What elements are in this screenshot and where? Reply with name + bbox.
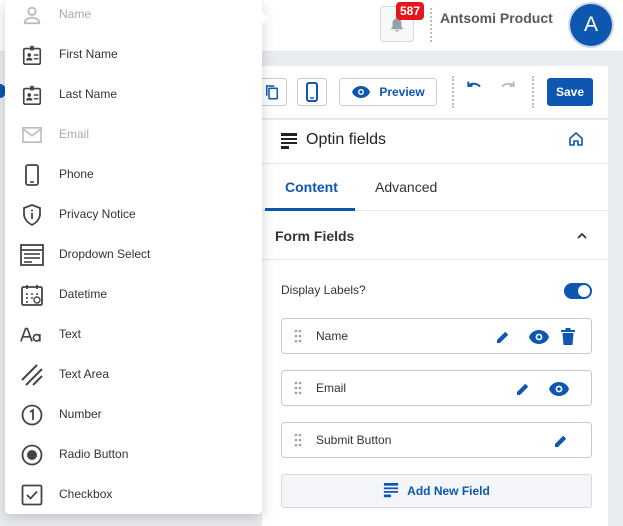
toggle-knob <box>578 285 590 297</box>
pencil-icon[interactable] <box>552 432 570 450</box>
mail-icon <box>20 123 44 147</box>
mobile-view-button[interactable] <box>297 78 327 106</box>
dropdown-window-icon <box>20 243 44 267</box>
menu-item-label: Phone <box>59 167 94 181</box>
field-label: Submit Button <box>316 433 392 447</box>
redo-icon <box>501 81 515 88</box>
field-label: Email <box>316 381 347 395</box>
avatar[interactable]: A <box>570 4 612 46</box>
eye-icon[interactable] <box>548 381 570 397</box>
display-labels-toggle[interactable] <box>564 283 592 299</box>
drag-handle-icon[interactable] <box>294 329 302 343</box>
optin-fields-panel: Optin fields Content Advanced Form Field… <box>262 120 608 526</box>
menu-item-label: Datetime <box>59 287 108 301</box>
undo-button[interactable] <box>465 80 485 105</box>
chevron-up-icon[interactable] <box>574 228 590 244</box>
menu-item-datetime[interactable]: Datetime <box>5 275 262 315</box>
add-new-field-button[interactable]: Add New Field <box>281 474 592 508</box>
undo-icon <box>467 81 481 88</box>
menu-item-phone[interactable]: Phone <box>5 155 262 195</box>
divider <box>532 76 534 108</box>
display-labels-label: Display Labels? <box>281 283 366 297</box>
number-one-icon <box>20 403 44 427</box>
notification-count-badge: 587 <box>396 2 425 20</box>
field-row-email[interactable]: Email <box>281 370 592 406</box>
section-title: Form Fields <box>275 228 355 244</box>
divider <box>452 76 454 108</box>
field-row-submit-button[interactable]: Submit Button <box>281 422 592 458</box>
menu-item-label: Text Area <box>59 367 110 381</box>
form-block-icon <box>384 483 399 498</box>
eye-icon <box>352 86 371 98</box>
preview-button[interactable]: Preview <box>339 78 437 106</box>
menu-item-label: Radio Button <box>59 447 129 461</box>
menu-item-label: Checkbox <box>59 487 113 501</box>
menu-item-email: Email <box>5 115 262 155</box>
field-label: Name <box>316 329 349 343</box>
editor-toolbar: Preview Save <box>255 66 608 119</box>
menu-item-text-area[interactable]: Text Area <box>5 355 262 395</box>
preview-label: Preview <box>379 85 425 99</box>
trash-icon[interactable] <box>560 328 576 346</box>
text-area-icon <box>20 363 44 387</box>
copy-icon <box>266 85 278 100</box>
eye-icon[interactable] <box>528 329 550 345</box>
redo-button[interactable] <box>497 80 517 105</box>
panel-header: Optin fields <box>262 120 608 164</box>
menu-item-first-name[interactable]: First Name <box>5 35 262 75</box>
drag-handle-icon[interactable] <box>294 381 302 395</box>
menu-item-last-name[interactable]: Last Name <box>5 75 262 115</box>
tab-content[interactable]: Content <box>285 179 338 195</box>
add-field-label: Add New Field <box>407 484 490 498</box>
menu-item-label: Text <box>59 327 82 341</box>
home-icon[interactable] <box>568 131 584 147</box>
menu-item-label: Name <box>59 7 92 21</box>
pencil-icon[interactable] <box>514 380 532 398</box>
menu-item-checkbox[interactable]: Checkbox <box>5 475 262 515</box>
menu-item-dropdown-select[interactable]: Dropdown Select <box>5 235 262 275</box>
menu-item-label: Email <box>59 127 90 141</box>
calendar-icon <box>20 283 44 307</box>
field-row-name[interactable]: Name <box>281 318 592 354</box>
tab-advanced[interactable]: Advanced <box>375 179 437 195</box>
active-tab-indicator <box>265 208 355 211</box>
menu-item-label: First Name <box>59 47 118 61</box>
radio-icon <box>20 443 44 467</box>
form-fields-section-header[interactable]: Form Fields <box>262 212 608 260</box>
menu-item-label: Last Name <box>59 87 118 101</box>
menu-item-radio-button[interactable]: Radio Button <box>5 435 262 475</box>
id-badge-icon <box>20 43 44 67</box>
panel-title: Optin fields <box>306 131 387 148</box>
phone-icon <box>20 163 44 187</box>
form-block-icon <box>281 133 297 149</box>
panel-tabs: Content Advanced <box>262 164 608 211</box>
pencil-icon[interactable] <box>494 328 512 346</box>
menu-item-text[interactable]: Text <box>5 315 262 355</box>
menu-item-privacy-notice[interactable]: Privacy Notice <box>5 195 262 235</box>
person-icon <box>20 3 44 27</box>
divider <box>430 8 432 42</box>
menu-item-label: Privacy Notice <box>59 207 136 221</box>
menu-item-number[interactable]: Number <box>5 395 262 435</box>
mobile-icon <box>306 82 318 102</box>
menu-item-label: Number <box>59 407 102 421</box>
text-aa-icon <box>20 323 44 347</box>
field-type-menu: Name First Name Last Name Email Phone Pr… <box>5 0 262 514</box>
menu-item-name: Name <box>5 0 262 35</box>
product-name[interactable]: Antsomi Product <box>440 10 553 26</box>
save-button[interactable]: Save <box>547 78 593 106</box>
menu-pointer <box>262 12 269 24</box>
shield-info-icon <box>20 203 44 227</box>
id-badge-icon <box>20 83 44 107</box>
checkbox-icon <box>20 483 44 507</box>
drag-handle-icon[interactable] <box>294 433 302 447</box>
menu-item-label: Dropdown Select <box>59 247 151 261</box>
